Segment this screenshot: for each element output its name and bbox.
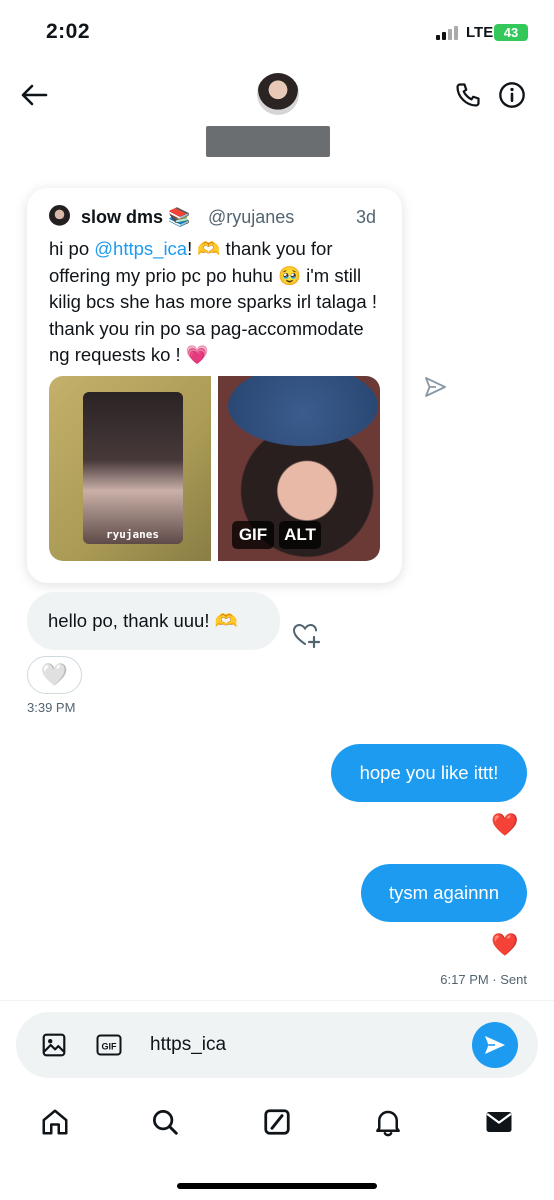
search-icon: [153, 1110, 178, 1135]
tab-grok[interactable]: [257, 1102, 297, 1142]
send-outline-icon: [425, 377, 446, 397]
bell-icon: [376, 1110, 400, 1137]
tab-notifications[interactable]: [368, 1102, 408, 1142]
quoted-post-handle: @ryujanes: [208, 207, 295, 227]
tab-messages[interactable]: [479, 1102, 519, 1142]
received-reaction[interactable]: 🤍: [27, 656, 82, 694]
share-post-button[interactable]: [420, 374, 450, 400]
mail-icon: [486, 1112, 512, 1132]
sent-timestamp: 6:17 PM · Sent: [440, 972, 527, 987]
grok-icon: [264, 1109, 290, 1135]
sent-message[interactable]: tysm againnn: [361, 864, 527, 922]
message-input[interactable]: [150, 1030, 450, 1060]
info-button[interactable]: [492, 76, 532, 114]
quoted-post-photo[interactable]: ryujanes: [49, 376, 211, 561]
red-heart-icon: ❤️: [491, 932, 519, 957]
signal-icon: [436, 26, 462, 40]
phone-icon: [456, 83, 480, 107]
received-message[interactable]: hello po, thank uuu! 🫶: [27, 592, 280, 650]
divider: [0, 1000, 554, 1001]
quoted-post-time: 3d: [356, 207, 377, 227]
sent-reaction[interactable]: ❤️: [491, 812, 519, 838]
battery-icon: 43: [494, 24, 528, 41]
conversation-avatar[interactable]: [257, 73, 299, 115]
add-reaction-button[interactable]: [290, 620, 324, 650]
image-icon: [42, 1033, 66, 1057]
quoted-post-display-name: slow dms 📚: [81, 207, 191, 227]
quoted-post-avatar: [49, 205, 70, 226]
gif-badge: GIF: [232, 521, 274, 549]
send-button[interactable]: [472, 1022, 518, 1068]
network-label: LTE: [466, 24, 494, 41]
redacted-name: [206, 126, 330, 157]
send-icon: [485, 1036, 505, 1054]
heart-plus-icon: [292, 623, 321, 648]
gif-icon: GIF: [96, 1034, 122, 1056]
alt-badge[interactable]: ALT: [279, 521, 321, 549]
photocard-label: ryujanes: [106, 528, 159, 541]
photocard-image: [83, 392, 183, 544]
battery-level: 43: [503, 25, 519, 40]
tab-home[interactable]: [35, 1102, 75, 1142]
add-photo-button[interactable]: [38, 1030, 70, 1060]
status-time: 2:02: [46, 20, 91, 43]
svg-text:GIF: GIF: [102, 1042, 118, 1052]
quoted-post-text-start: hi po: [49, 238, 95, 259]
white-heart-icon: 🤍: [40, 662, 69, 687]
quoted-post-text: hi po @https_ica! 🫶 thank you for offeri…: [49, 236, 379, 369]
red-heart-icon: ❤️: [491, 812, 519, 837]
sent-reaction[interactable]: ❤️: [491, 932, 519, 958]
arrow-left-icon: [21, 84, 48, 106]
call-button[interactable]: [448, 76, 488, 114]
home-icon: [42, 1109, 68, 1135]
back-button[interactable]: [14, 78, 54, 112]
mention-link[interactable]: @https_ica: [94, 238, 187, 259]
info-circle-icon: [499, 82, 525, 108]
received-timestamp: 3:39 PM: [27, 700, 76, 715]
sent-message[interactable]: hope you like ittt!: [331, 744, 527, 802]
home-indicator: [177, 1183, 377, 1189]
add-gif-button[interactable]: GIF: [93, 1030, 125, 1060]
gif-image: [228, 376, 378, 446]
tab-search[interactable]: [145, 1102, 185, 1142]
